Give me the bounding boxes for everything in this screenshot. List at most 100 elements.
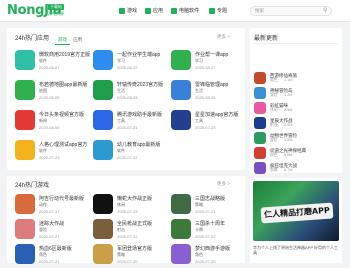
app-icon[interactable] <box>15 80 35 100</box>
app-name[interactable]: 一起作业学生端app <box>117 51 173 58</box>
promo-banner[interactable]: 仁人精品打磨APP 华为个人上线了原始生活神器APP 好用的个人工具 <box>250 178 342 263</box>
app-card[interactable]: 三国志战略版 策略 2025-07-21 <box>171 194 251 218</box>
app-card[interactable]: 热血6区最新版 角色 2025-07-21 <box>15 244 95 268</box>
tab-apps[interactable]: 应用 <box>70 36 85 45</box>
app-name[interactable]: 星星加速app官方版 <box>195 111 251 118</box>
app-icon[interactable] <box>15 50 35 70</box>
more-link[interactable]: 更多 > <box>217 34 230 40</box>
app-card[interactable]: 一起作业学生端app 学习 2025-08-22 <box>93 50 173 74</box>
app-card[interactable]: 全民枪战正式版 射击 2025-07-22 <box>93 219 173 243</box>
game-size: 2.3M <box>284 108 293 112</box>
ranking-item[interactable]: 疯狂坦克大战 策略 6.7M <box>254 162 340 176</box>
app-icon[interactable] <box>171 219 191 239</box>
app-name[interactable]: 军团登场官方版 <box>117 245 173 252</box>
app-card[interactable]: 作业帮一课app 学习 2025-08-27 <box>171 50 251 74</box>
app-name[interactable]: 今日头条视频官方版 <box>39 111 95 118</box>
app-category: 角色 <box>195 252 203 257</box>
app-name[interactable]: 梦幻西游手游版 <box>195 245 251 252</box>
app-name[interactable]: 布若德地图app最新版 <box>39 81 95 88</box>
game-icon[interactable] <box>254 72 266 84</box>
app-icon[interactable] <box>15 194 35 214</box>
app-card[interactable]: 雷锋临管理app 生活 2025-08-06 <box>171 80 251 104</box>
app-name[interactable]: 热血6区最新版 <box>39 245 95 252</box>
gamepad-icon <box>119 7 125 14</box>
app-card[interactable]: 微软商用2019官方正版 软件 2025-08-07 <box>15 50 95 74</box>
app-icon[interactable] <box>15 140 35 160</box>
divider <box>254 43 338 44</box>
app-icon[interactable] <box>93 110 113 130</box>
app-name[interactable]: 微软商用2019官方正版 <box>39 51 95 58</box>
app-icon[interactable] <box>15 110 35 130</box>
app-name[interactable]: 全民枪战正式版 <box>117 220 173 227</box>
app-name[interactable]: 幼儿教育app最新版 <box>117 141 173 148</box>
app-category: 射击 <box>117 227 125 232</box>
app-icon[interactable] <box>15 219 35 239</box>
game-icon[interactable] <box>254 162 266 174</box>
latest-updates-panel: 最新更新 西游修仙奇旅 角色 1.1M 神秘冒险岛 冒险 1.2M 彩虹猫咪 休闲 2.3M 星辰… <box>250 28 342 176</box>
app-category: 策略 <box>117 252 125 257</box>
app-card[interactable]: 布若德地图app最新版 地图 2025-08-05 <box>15 80 95 104</box>
app-card[interactable]: 星星加速app官方版 工具 2025-07-23 <box>171 110 251 134</box>
search-input[interactable]: 搜索 <box>250 6 332 16</box>
app-card[interactable]: 腾讯游戏助手最新版 工具 2025-07-31 <box>93 110 173 134</box>
app-card[interactable]: 三国杀十周年 卡牌 2025-07-22 <box>171 219 251 243</box>
nav-games[interactable]: 游戏 <box>119 7 137 14</box>
app-category: 卡牌 <box>195 227 203 232</box>
app-card[interactable]: 懒蛇大作战正版 休闲 2025-07-23 <box>93 194 173 218</box>
ranking-item[interactable]: 神秘冒险岛 冒险 1.2M <box>254 87 340 101</box>
app-card[interactable]: 军团登场官方版 策略 2025-07-20 <box>93 244 173 268</box>
app-card[interactable]: 轩辕传奇2023官方版 生活 2025-08-03 <box>93 80 173 104</box>
app-icon[interactable] <box>93 219 113 239</box>
nav-label: 应用 <box>153 8 164 14</box>
ranking-item[interactable]: 星辰大作战 射击 3.5M <box>254 117 340 131</box>
app-category: 动作 <box>39 202 47 207</box>
game-icon[interactable] <box>254 87 266 99</box>
ranking-item[interactable]: 问道之光神探经典 角色 5.6M <box>254 147 340 161</box>
panel-title: 最新更新 <box>254 36 279 42</box>
app-icon[interactable] <box>171 50 191 70</box>
app-icon[interactable] <box>171 194 191 214</box>
ranking-item[interactable]: 动物世界冒险 冒险 4.6M <box>254 132 340 146</box>
app-name[interactable]: 轩辕传奇2023官方版 <box>117 81 173 88</box>
more-link[interactable]: 更多 > <box>217 181 230 187</box>
nav-apps[interactable]: 应用 <box>145 7 163 14</box>
nav-topics[interactable]: 专题 <box>209 7 227 14</box>
app-name[interactable]: 腾讯游戏助手最新版 <box>117 111 173 118</box>
app-icon[interactable] <box>93 140 113 160</box>
app-card[interactable]: 梦幻西游手游版 角色 2025-07-20 <box>171 244 251 268</box>
app-name[interactable]: 三国志战略版 <box>195 195 251 202</box>
app-card[interactable]: 阿吉行动代号最新版 动作 2025-07-17 <box>15 194 95 218</box>
app-icon[interactable] <box>93 50 113 70</box>
ranking-item[interactable]: 西游修仙奇旅 角色 1.1M <box>254 72 340 86</box>
desktop-icon <box>171 7 177 14</box>
app-card[interactable]: 人格心理测试app官方 软件 2025-07-23 <box>15 140 95 164</box>
ranking-item[interactable]: 彩虹猫咪 休闲 2.3M <box>254 102 340 116</box>
game-icon[interactable] <box>254 132 266 144</box>
app-icon[interactable] <box>15 244 35 264</box>
app-name[interactable]: 迷踪大作战 <box>39 220 95 227</box>
game-icon[interactable] <box>254 117 266 129</box>
app-icon[interactable] <box>171 244 191 264</box>
app-card[interactable]: 迷踪大作战 冒险 2025-07-21 <box>15 219 95 243</box>
app-name[interactable]: 三国杀十周年 <box>195 220 251 227</box>
app-name[interactable]: 作业帮一课app <box>195 51 251 58</box>
tab-games[interactable]: 游戏 <box>55 36 70 45</box>
nav-software[interactable]: 电脑软件 <box>171 7 199 14</box>
app-name[interactable]: 阿吉行动代号最新版 <box>39 195 95 202</box>
game-icon[interactable] <box>254 147 266 159</box>
app-card[interactable]: 今日头条视频官方版 新闻 2025-08-06 <box>15 110 95 134</box>
app-category: 地图 <box>39 88 47 93</box>
app-card[interactable]: 幼儿教育app最新版 软件 2025-07-22 <box>93 140 173 164</box>
app-name[interactable]: 人格心理测试app官方 <box>39 141 95 148</box>
app-icon[interactable] <box>93 80 113 100</box>
app-icon[interactable] <box>93 244 113 264</box>
app-icon[interactable] <box>93 194 113 214</box>
app-name[interactable]: 雷锋临管理app <box>195 81 251 88</box>
search-icon[interactable]: ⚲ <box>323 7 327 14</box>
game-icon[interactable] <box>254 102 266 114</box>
app-date: 2025-08-03 <box>117 95 138 100</box>
app-icon[interactable] <box>171 110 191 130</box>
app-icon[interactable] <box>171 80 191 100</box>
app-name[interactable]: 懒蛇大作战正版 <box>117 195 173 202</box>
game-category: 冒险 <box>270 138 278 142</box>
